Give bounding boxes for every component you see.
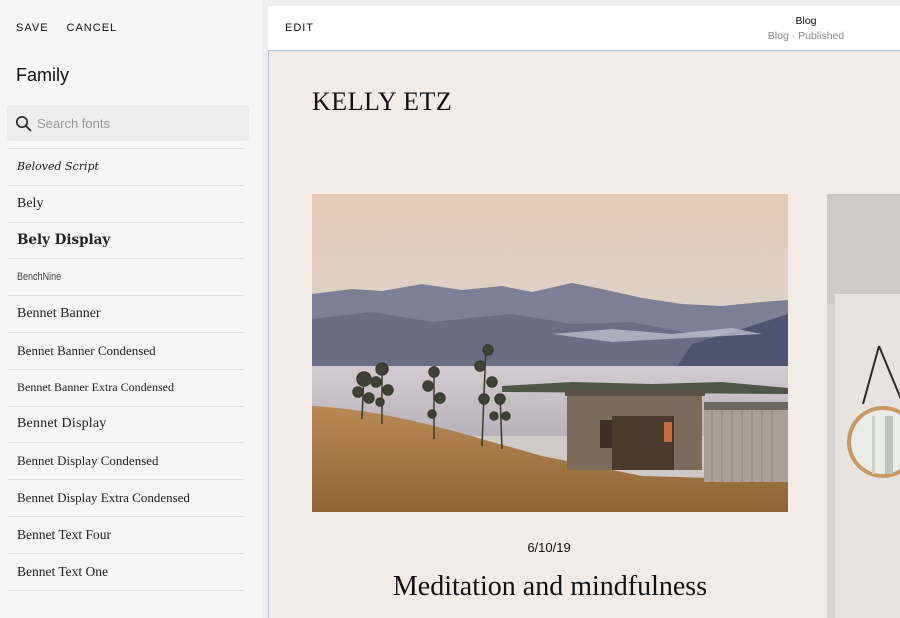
font-option[interactable]: Bennet Banner Extra Condensed <box>8 370 244 407</box>
post-title[interactable]: Meditation and mindfulness <box>312 571 788 603</box>
font-option[interactable]: BenchNine <box>8 259 244 297</box>
search-box[interactable] <box>7 105 249 141</box>
panel-actions: SAVE CANCEL <box>16 22 117 34</box>
page-name: Blog <box>795 15 817 27</box>
site-editor: EDIT Blog Blog · Published KELLY ETZ 6/1… <box>268 6 900 618</box>
font-option[interactable]: Beloved Script <box>8 149 244 186</box>
font-family-panel: SAVE CANCEL Family Beloved Script Bely B… <box>0 0 262 618</box>
search-input[interactable] <box>37 105 237 141</box>
font-list: Beloved Script Bely Bely Display BenchNi… <box>8 148 244 591</box>
panel-title: Family <box>16 65 69 85</box>
cancel-button[interactable]: CANCEL <box>67 22 118 34</box>
font-option[interactable]: Bennet Text One <box>8 554 244 591</box>
editor-topbar: EDIT Blog Blog · Published <box>268 6 900 51</box>
font-option[interactable]: Bennet Banner Condensed <box>8 333 244 370</box>
font-option[interactable]: Bennet Banner <box>8 296 244 333</box>
site-title[interactable]: KELLY ETZ <box>312 87 452 117</box>
post-date: 6/10/19 <box>527 540 571 555</box>
site-preview[interactable]: KELLY ETZ 6/10/19 Meditation and mindful… <box>268 51 900 618</box>
font-option[interactable]: Bennet Display <box>8 407 244 444</box>
font-option-label: BenchNine <box>17 271 62 284</box>
post-thumbnail-image[interactable] <box>827 194 900 618</box>
page-info[interactable]: Blog Blog · Published <box>748 15 864 42</box>
search-icon <box>16 116 32 132</box>
font-option[interactable]: Bennet Text Four <box>8 517 244 554</box>
post-hero-image[interactable] <box>312 194 788 512</box>
page-status: Blog · Published <box>767 30 845 42</box>
edit-button[interactable]: EDIT <box>285 22 314 34</box>
save-button[interactable]: SAVE <box>16 22 49 34</box>
font-option[interactable]: Bennet Display Condensed <box>8 443 244 481</box>
font-option[interactable]: Bennet Display Extra Condensed <box>8 480 244 517</box>
font-option[interactable]: Bely <box>8 186 244 223</box>
font-option[interactable]: Bely Display <box>8 223 244 260</box>
